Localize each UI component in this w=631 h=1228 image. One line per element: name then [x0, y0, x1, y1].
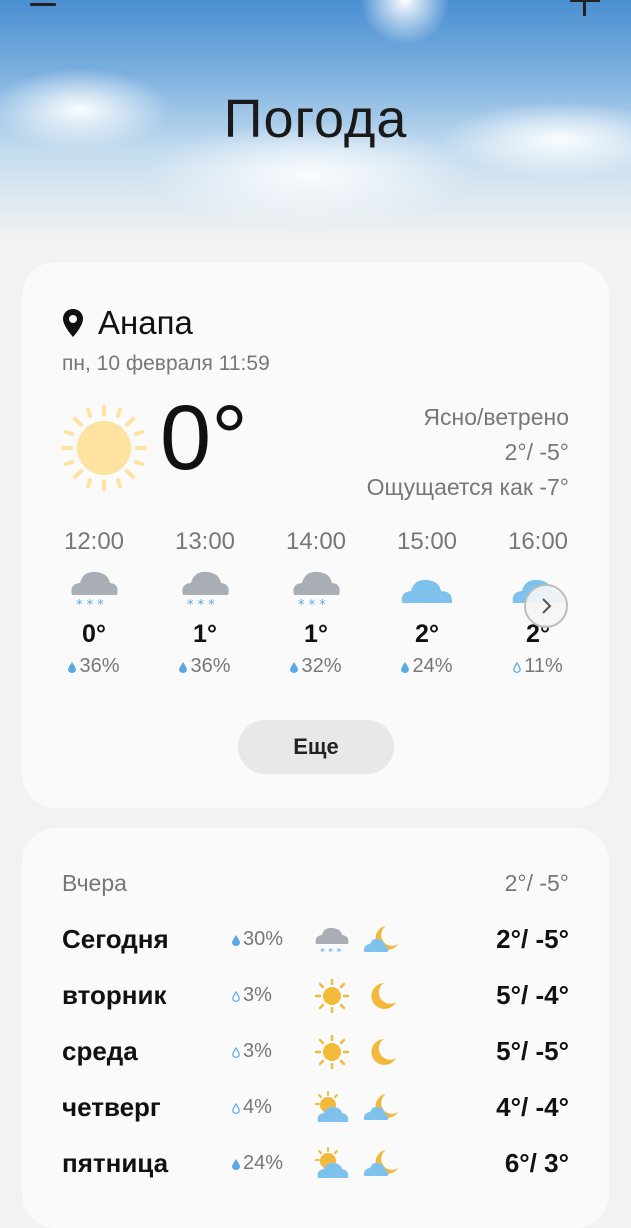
feels-like: Ощущается как -7° [366, 474, 569, 500]
page-title: Погода [223, 89, 408, 149]
hour-time: 16:00 [507, 528, 569, 555]
day-temps: 5°/ -4° [496, 980, 569, 1010]
hi-lo-temp: 2°/ -5° [504, 439, 569, 465]
yesterday-temp: 2°/ -5° [504, 870, 569, 896]
day-row-today[interactable]: Сегодня 30% * * * 2°/ -5° [22, 924, 609, 964]
raindrop-icon [232, 1159, 240, 1170]
hour-precip-value: 32% [301, 655, 342, 677]
hour-time: 15:00 [396, 528, 458, 555]
snow-cloud-icon: * * * [293, 571, 340, 613]
day-precip-value: 3% [243, 1040, 272, 1062]
hourly-forecast[interactable]: 12:00 * * * 0° 36% 13:00 * * * 1° 36% 14… [52, 528, 582, 698]
condition-summary: Ясно/ветрено 2°/ -5° Ощущается как -7° [367, 400, 569, 505]
day-row-tuesday[interactable]: вторник 3% 5°/ -4° [22, 978, 609, 1020]
moon-icon [371, 1039, 396, 1065]
raindrop-outline-icon [232, 1103, 240, 1114]
raindrop-icon [232, 935, 240, 946]
hour-item: 12:00 * * * 0° 36% [52, 528, 136, 678]
day-name: среда [62, 1036, 138, 1066]
sun-icon [314, 978, 350, 1014]
menu-icon[interactable] [30, 0, 56, 16]
condition-text: Ясно/ветрено [423, 404, 569, 430]
raindrop-outline-icon [513, 662, 522, 673]
svg-text:* * *: * * * [76, 598, 104, 613]
sun-cloud-icon [315, 1091, 349, 1122]
moon-cloud-icon [363, 926, 398, 952]
day-name: вторник [62, 980, 167, 1010]
hour-precip-value: 36% [79, 655, 120, 677]
hour-precip: 36% [163, 655, 247, 678]
sun-cloud-icon [315, 1147, 349, 1178]
day-row-wednesday[interactable]: среда 3% 5°/ -5° [22, 1034, 609, 1076]
snow-cloud-icon: * * * [315, 927, 349, 958]
day-temps: 5°/ -5° [496, 1036, 569, 1066]
raindrop-icon [290, 662, 299, 673]
day-precip-value: 4% [243, 1096, 272, 1118]
snow-cloud-icon: * * * [71, 571, 118, 613]
raindrop-icon [179, 662, 188, 673]
day-precip: 3% [232, 1040, 272, 1063]
hour-precip-value: 24% [412, 655, 453, 677]
day-name: четверг [62, 1092, 161, 1122]
hour-time: 12:00 [63, 528, 125, 555]
hour-precip: 11% [496, 655, 580, 678]
date-time: пн, 10 февраля 11:59 [62, 352, 270, 375]
more-button[interactable]: Еще [238, 720, 394, 774]
yesterday-label: Вчера [62, 870, 127, 896]
raindrop-icon [68, 662, 77, 673]
hour-temp: 2° [415, 620, 439, 648]
day-temps: 2°/ -5° [496, 924, 569, 954]
moon-cloud-icon [363, 1150, 398, 1176]
snow-cloud-icon: * * * [182, 571, 229, 613]
day-precip: 3% [232, 984, 272, 1007]
city-name: Анапа [98, 304, 193, 341]
day-precip-value: 30% [243, 928, 284, 950]
hour-time: 14:00 [285, 528, 347, 555]
raindrop-outline-icon [232, 991, 240, 1002]
raindrop-outline-icon [232, 1047, 240, 1058]
raindrop-icon [401, 662, 410, 673]
svg-text:* * *: * * * [320, 947, 341, 958]
day-temps: 4°/ -4° [496, 1092, 569, 1122]
hour-precip: 36% [52, 655, 136, 678]
scroll-next-button[interactable] [524, 584, 568, 628]
hour-time: 13:00 [174, 528, 236, 555]
daily-forecast-card[interactable]: Вчера 2°/ -5° Сегодня 30% * * * 2°/ -5° … [22, 828, 609, 1228]
day-precip-value: 24% [243, 1152, 284, 1174]
chevron-right-icon [542, 598, 552, 614]
day-temps: 6°/ 3° [504, 1148, 569, 1178]
hour-precip-value: 36% [190, 655, 231, 677]
cloud-icon [401, 579, 453, 603]
hour-temp: 1° [304, 620, 328, 648]
hour-precip: 24% [385, 655, 469, 678]
svg-text:* * *: * * * [298, 598, 326, 613]
hour-item: 13:00 * * * 1° 36% [163, 528, 247, 678]
location-pin-icon [63, 309, 83, 337]
day-row-thursday[interactable]: четверг 4% 4°/ -4° [22, 1091, 609, 1132]
day-row-friday[interactable]: пятница 24% 6°/ 3° [22, 1147, 609, 1188]
header-sky-background: Погода [0, 0, 631, 260]
moon-cloud-icon [363, 1094, 398, 1120]
day-precip: 24% [232, 1152, 283, 1175]
day-precip: 30% [232, 928, 283, 951]
hour-temp: 1° [193, 620, 217, 648]
hour-item: 15:00 2° 24% [385, 528, 469, 678]
hour-precip-value: 11% [524, 655, 563, 677]
sun-icon [61, 405, 147, 491]
location: Анапа [62, 304, 193, 342]
add-location-icon[interactable] [570, 0, 600, 16]
current-temperature: 0° [160, 387, 248, 489]
hour-item: 14:00 * * * 1° 32% [274, 528, 358, 678]
current-weather-card[interactable]: Анапа пн, 10 февраля 11:59 0° Ясно/ветре… [22, 262, 609, 808]
day-name: Сегодня [62, 924, 169, 954]
moon-icon [371, 983, 396, 1009]
hour-temp: 0° [82, 620, 106, 648]
hour-precip: 32% [274, 655, 358, 678]
day-precip: 4% [232, 1096, 272, 1119]
day-precip-value: 3% [243, 984, 272, 1006]
svg-text:* * *: * * * [187, 598, 215, 613]
sun-icon [314, 1034, 350, 1070]
day-name: пятница [62, 1148, 169, 1178]
